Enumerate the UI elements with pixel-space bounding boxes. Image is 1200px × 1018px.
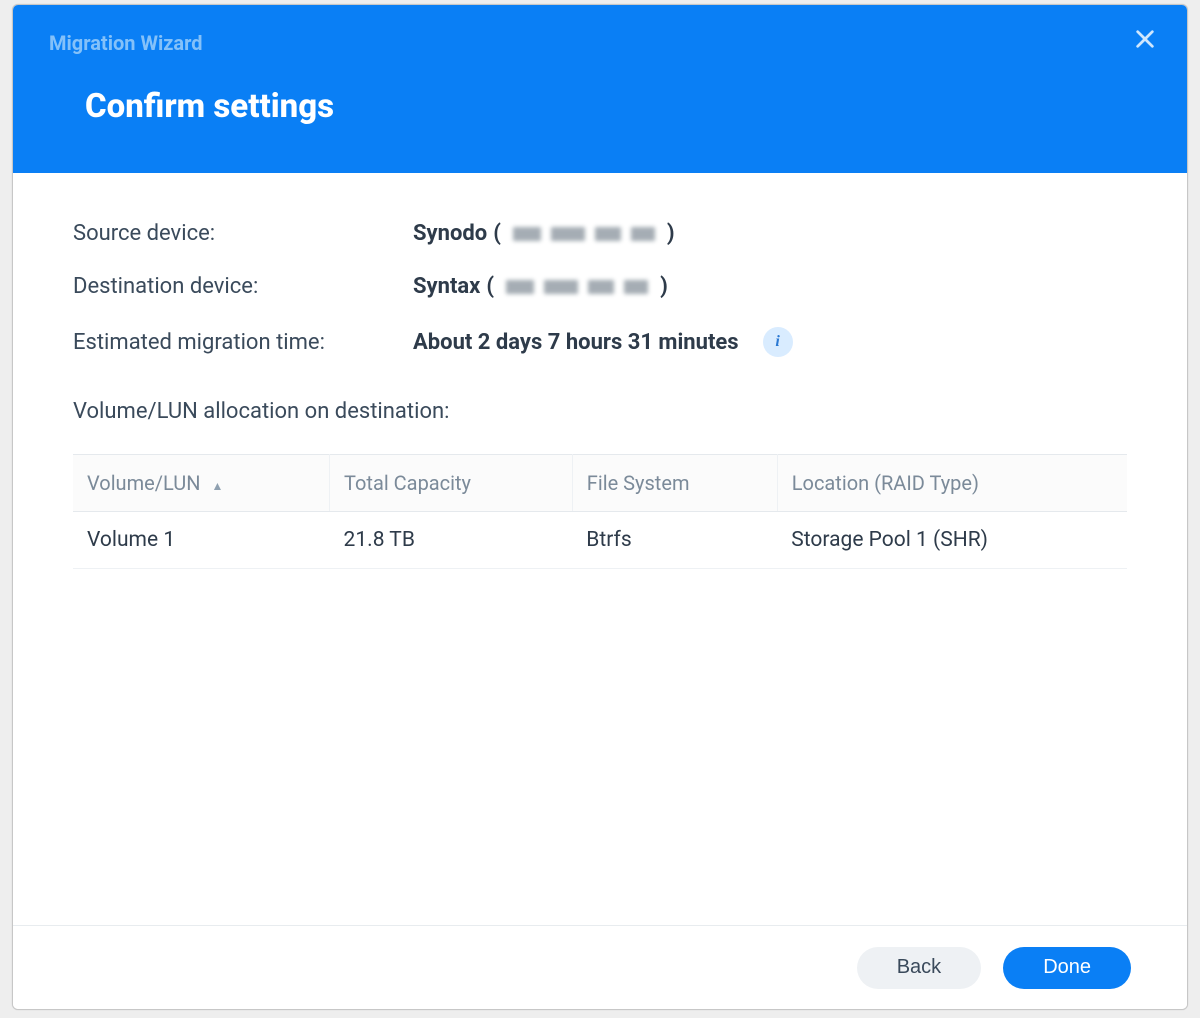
destination-device-row: Destination device: Syntax ( ) (73, 274, 1127, 299)
migration-wizard-window: Migration Wizard Confirm settings Source… (12, 4, 1188, 1010)
back-button[interactable]: Back (857, 947, 981, 989)
source-device-row: Source device: Synodo ( ) (73, 221, 1127, 246)
close-icon (1134, 28, 1156, 50)
eta-label: Estimated migration time: (73, 330, 413, 355)
col-location[interactable]: Location (RAID Type) (777, 455, 1127, 512)
col-fs[interactable]: File System (572, 455, 777, 512)
cell-capacity: 21.8 TB (330, 512, 573, 569)
page-title: Confirm settings (49, 55, 1151, 126)
wizard-footer: Back Done (13, 925, 1187, 1009)
table-row[interactable]: Volume 1 21.8 TB Btrfs Storage Pool 1 (S… (73, 512, 1127, 569)
col-capacity[interactable]: Total Capacity (330, 455, 573, 512)
cell-volume: Volume 1 (73, 512, 330, 569)
destination-ip-redacted (506, 280, 648, 294)
cell-location: Storage Pool 1 (SHR) (777, 512, 1127, 569)
source-ip-redacted (513, 227, 655, 241)
allocation-table: Volume/LUN ▲ Total Capacity File System … (73, 454, 1127, 569)
allocation-section-label: Volume/LUN allocation on destination: (73, 399, 1127, 424)
close-button[interactable] (1129, 23, 1161, 55)
wizard-title: Migration Wizard (49, 5, 1151, 55)
source-device-label: Source device: (73, 221, 413, 246)
source-device-value: Synodo ( ) (413, 221, 675, 246)
cell-fs: Btrfs (572, 512, 777, 569)
destination-device-value: Syntax ( ) (413, 274, 668, 299)
destination-device-label: Destination device: (73, 274, 413, 299)
sort-asc-icon: ▲ (211, 479, 223, 493)
info-icon[interactable]: i (763, 327, 793, 357)
eta-value: About 2 days 7 hours 31 minutes i (413, 327, 793, 357)
col-volume[interactable]: Volume/LUN ▲ (73, 455, 330, 512)
wizard-body: Source device: Synodo ( ) Destination de… (13, 173, 1187, 925)
wizard-header: Migration Wizard Confirm settings (13, 5, 1187, 173)
eta-row: Estimated migration time: About 2 days 7… (73, 327, 1127, 357)
done-button[interactable]: Done (1003, 947, 1131, 989)
